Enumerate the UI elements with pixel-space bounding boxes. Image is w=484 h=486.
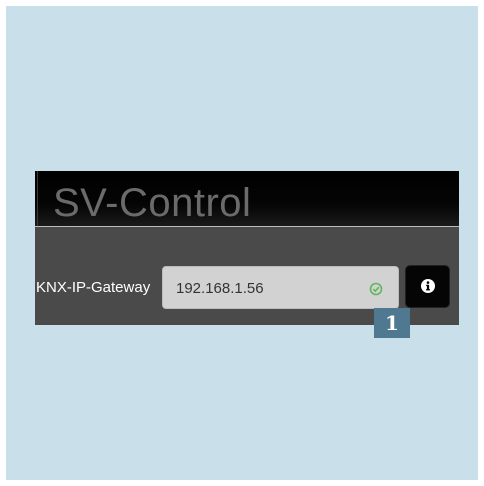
gateway-ip-value[interactable]: 192.168.1.56 — [176, 280, 264, 298]
info-button[interactable] — [405, 265, 450, 308]
gateway-ip-input[interactable]: 192.168.1.56 — [162, 266, 399, 309]
settings-panel: SV-Control KNX-IP-Gateway 192.168.1.56 — [35, 171, 459, 325]
app-title: SV-Control — [53, 181, 252, 225]
gateway-label: KNX-IP-Gateway — [36, 279, 151, 296]
callout-number-badge: 1 — [374, 308, 410, 338]
info-icon — [421, 279, 435, 293]
title-bar-edge — [37, 171, 38, 226]
check-circle-icon — [369, 282, 383, 296]
title-bar: SV-Control — [35, 171, 459, 227]
